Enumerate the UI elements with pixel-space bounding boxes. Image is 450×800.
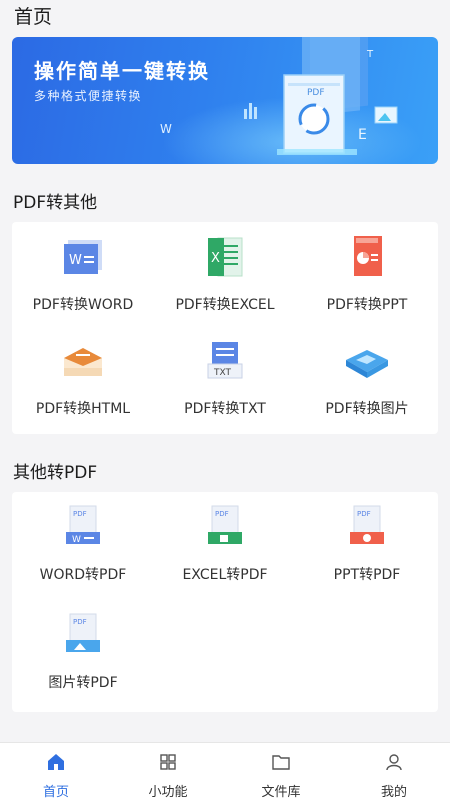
tile-label: PDF转换TXT (184, 401, 266, 417)
svg-text:PDF: PDF (73, 510, 87, 518)
tab-home[interactable]: 首页 (0, 743, 112, 800)
folder-icon (272, 755, 290, 770)
tile-label: WORD转PDF (39, 567, 127, 583)
txt-doc-icon: TXT (207, 342, 243, 379)
user-icon (386, 754, 402, 771)
tile-label: PPT转PDF (333, 567, 401, 583)
tile-label: EXCEL转PDF (182, 567, 268, 583)
word-doc-icon: W (64, 240, 102, 274)
excel-doc-icon: X (208, 237, 243, 277)
tile-label: PDF转换WORD (32, 297, 134, 313)
section-title-pdf-to-other: PDF转其他 (13, 193, 98, 213)
ppt-doc-icon (354, 236, 382, 276)
tile-label: 图片转PDF (48, 675, 118, 691)
svg-text:PDF: PDF (357, 510, 371, 518)
image-to-pdf-icon: PDF (66, 613, 100, 652)
banner-pdf-doc-icon: PDF (283, 74, 345, 154)
tab-label: 文件库 (261, 785, 301, 800)
tile-ppt-to-pdf[interactable]: PDF PPT转PDF (296, 492, 438, 596)
promo-banner[interactable]: 操作简单一键转换 多种格式便捷转换 PDF W E T (12, 37, 438, 164)
home-icon (48, 754, 64, 770)
tile-pdf-to-html[interactable]: PDF转换HTML (12, 326, 154, 430)
banner-t-letter-icon: T (366, 49, 374, 60)
tile-excel-to-pdf[interactable]: PDF EXCEL转PDF (154, 492, 296, 596)
image-folder-icon (346, 350, 388, 378)
svg-text:PDF: PDF (73, 618, 87, 626)
tab-label: 首页 (42, 785, 69, 800)
page-title: 首页 (14, 6, 53, 28)
banner-w-letter-icon: W (160, 122, 172, 136)
banner-e-letter-icon: E (358, 127, 367, 143)
tile-label: PDF转换EXCEL (175, 297, 275, 313)
tile-pdf-to-ppt[interactable]: PDF转换PPT (296, 222, 438, 326)
svg-text:TXT: TXT (213, 368, 232, 378)
grid-icon (160, 754, 176, 770)
banner-platform (277, 149, 357, 155)
banner-pdf-label: PDF (307, 88, 325, 98)
tab-label: 我的 (380, 785, 407, 800)
tile-image-to-pdf[interactable]: PDF 图片转PDF (12, 600, 154, 704)
bottom-tab-bar: 首页 小功能 文件库 我的 (0, 742, 450, 800)
pdf-to-other-card: W PDF转换WORD X PDF转换EXCEL PDF转换PPT PDF转换H… (12, 222, 438, 434)
other-to-pdf-card: PDF W WORD转PDF PDF EXCEL转PDF PDF PPT转PDF… (12, 492, 438, 712)
ppt-to-pdf-icon: PDF (350, 505, 384, 544)
svg-text:PDF: PDF (215, 510, 229, 518)
tile-pdf-to-excel[interactable]: X PDF转换EXCEL (154, 222, 296, 326)
section-title-other-to-pdf: 其他转PDF (13, 463, 98, 483)
tile-label: PDF转换PPT (326, 297, 408, 313)
tile-pdf-to-txt[interactable]: TXT PDF转换TXT (154, 326, 296, 430)
html-stack-icon (64, 348, 102, 376)
tab-files[interactable]: 文件库 (225, 743, 337, 800)
banner-illustration: PDF W E T (160, 37, 398, 155)
tile-label: PDF转换图片 (325, 401, 409, 417)
svg-text:W: W (72, 535, 81, 545)
tab-mine[interactable]: 我的 (338, 743, 450, 800)
tile-label: PDF转换HTML (35, 401, 131, 417)
tab-label: 小功能 (148, 785, 188, 800)
word-to-pdf-icon: PDF W (66, 505, 100, 545)
tile-word-to-pdf[interactable]: PDF W WORD转PDF (12, 492, 154, 596)
banner-chart-icon (244, 103, 257, 119)
tile-pdf-to-word[interactable]: W PDF转换WORD (12, 222, 154, 326)
banner-image-icon (374, 106, 398, 124)
excel-to-pdf-icon: PDF (208, 505, 242, 544)
svg-text:W: W (69, 253, 82, 268)
svg-text:X: X (211, 251, 220, 266)
tile-pdf-to-image[interactable]: PDF转换图片 (296, 326, 438, 430)
tab-tools[interactable]: 小功能 (112, 743, 224, 800)
